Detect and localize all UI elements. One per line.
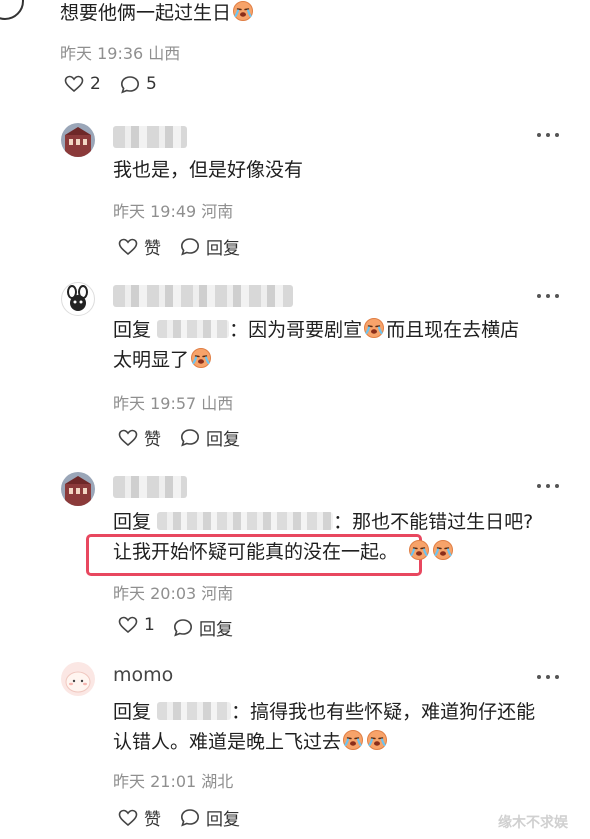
mention-blurred[interactable]	[157, 702, 232, 720]
top-like-button[interactable]: 2	[64, 74, 101, 94]
like-button[interactable]: 1	[118, 615, 155, 635]
more-icon[interactable]	[537, 130, 559, 140]
more-icon[interactable]	[537, 481, 559, 491]
comment-meta: 昨天 19:57 山西	[113, 394, 234, 413]
mention-blurred[interactable]	[157, 320, 230, 338]
watermark: 缘木不求娱	[498, 815, 568, 831]
comment-icon	[120, 75, 140, 94]
comment-text: 回复 ：搞得我也有些怀疑，难道狗仔还能	[113, 701, 536, 723]
comment-text: 我也是，但是好像没有	[113, 159, 304, 181]
crying-emoji-icon	[432, 539, 454, 561]
crying-emoji-icon	[342, 729, 364, 751]
crying-emoji-icon	[408, 539, 430, 561]
more-icon[interactable]	[537, 291, 559, 301]
like-button[interactable]: 赞	[118, 234, 161, 259]
comment-icon	[180, 428, 200, 447]
avatar[interactable]	[61, 282, 95, 316]
comment-meta: 昨天 21:01 湖北	[113, 772, 234, 791]
avatar[interactable]	[61, 472, 95, 506]
heart-icon	[118, 429, 138, 447]
username-blurred	[113, 476, 187, 498]
reply-button[interactable]: 回复	[180, 234, 240, 259]
username-blurred	[113, 126, 187, 148]
top-comment-meta: 昨天 19:36 山西	[60, 44, 181, 63]
heart-icon	[118, 616, 138, 634]
top-avatar[interactable]	[0, 0, 24, 20]
username[interactable]: momo	[113, 664, 173, 686]
crying-emoji-icon	[190, 347, 212, 369]
comment-text: 回复 ：那也不能错过生日吧?	[113, 511, 534, 533]
comment-icon	[180, 808, 200, 827]
avatar[interactable]	[61, 662, 95, 696]
more-icon[interactable]	[537, 672, 559, 682]
avatar[interactable]	[61, 123, 95, 157]
highlighted-text: 让我开始怀疑可能真的没在一起。	[113, 537, 455, 567]
username-blurred	[113, 285, 293, 307]
comment-text-line2: 太明显了	[113, 345, 213, 375]
crying-emoji-icon	[366, 729, 388, 751]
heart-icon	[118, 809, 138, 827]
top-comment-text: 想要他俩一起过生日	[60, 0, 255, 28]
top-reply-button[interactable]: 5	[120, 74, 157, 94]
heart-icon	[64, 75, 84, 93]
comment-meta: 昨天 20:03 河南	[113, 584, 234, 603]
comment-icon	[173, 618, 193, 637]
crying-emoji-icon	[363, 317, 385, 339]
reply-button[interactable]: 回复	[180, 425, 240, 450]
comment-text: 回复 ：因为哥要剧宣 而且现在去横店	[113, 317, 520, 341]
like-button[interactable]: 赞	[118, 425, 161, 450]
comment-meta: 昨天 19:49 河南	[113, 202, 234, 221]
reply-button[interactable]: 回复	[173, 615, 233, 640]
comment-icon	[180, 237, 200, 256]
heart-icon	[118, 238, 138, 256]
crying-emoji-icon	[232, 0, 254, 22]
comment-text-line2: 认错人。难道是晚上飞过去	[113, 727, 389, 757]
reply-button[interactable]: 回复	[180, 805, 240, 830]
like-button[interactable]: 赞	[118, 805, 161, 830]
mention-blurred[interactable]	[157, 512, 334, 530]
